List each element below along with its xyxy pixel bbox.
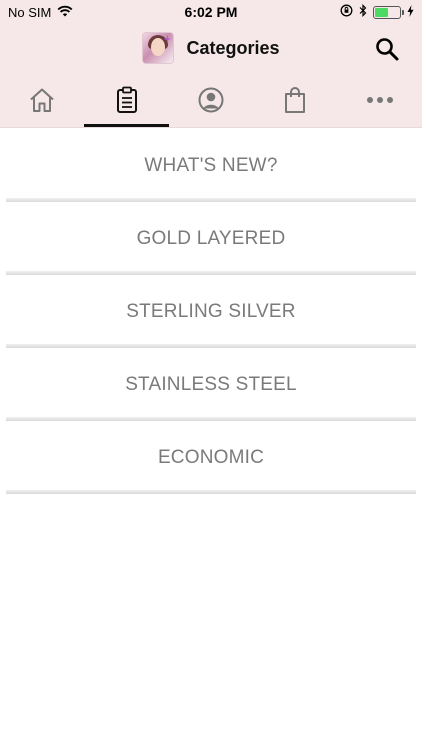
page-title: Categories xyxy=(186,37,280,58)
category-item-gold-layered[interactable]: GOLD LAYERED xyxy=(6,202,416,275)
carrier-label: No SIM xyxy=(8,4,52,20)
brand-logo xyxy=(142,32,175,64)
category-list: WHAT'S NEW? GOLD LAYERED STERLING SILVER… xyxy=(0,129,422,494)
tab-cart[interactable] xyxy=(253,72,337,127)
more-icon xyxy=(366,96,393,103)
category-item-economic[interactable]: ECONOMIC xyxy=(6,421,416,494)
category-item-sterling-silver[interactable]: STERLING SILVER xyxy=(6,275,416,348)
tab-home[interactable] xyxy=(0,72,84,127)
clipboard-list-icon xyxy=(116,86,137,113)
tab-account[interactable] xyxy=(169,72,253,127)
tab-bar xyxy=(0,72,422,128)
categories-content: WHAT'S NEW? GOLD LAYERED STERLING SILVER… xyxy=(0,129,422,750)
category-item-stainless-steel[interactable]: STAINLESS STEEL xyxy=(6,348,416,421)
status-right xyxy=(340,4,414,20)
orientation-lock-icon xyxy=(340,4,353,20)
tab-more[interactable] xyxy=(338,72,422,127)
wifi-icon xyxy=(57,5,73,20)
charging-bolt-icon xyxy=(407,4,414,20)
logo-face xyxy=(151,38,166,56)
category-item-whats-new[interactable]: WHAT'S NEW? xyxy=(6,129,416,202)
battery-icon xyxy=(373,5,404,19)
shopping-bag-icon xyxy=(285,86,306,113)
status-bar: No SIM 6:02 PM xyxy=(0,0,422,24)
app-header: Categories xyxy=(0,24,422,72)
search-button[interactable] xyxy=(374,36,400,62)
tab-categories[interactable] xyxy=(84,72,170,127)
search-icon xyxy=(376,38,399,61)
user-profile-icon xyxy=(198,87,224,112)
battery-level xyxy=(375,7,389,17)
bluetooth-icon xyxy=(359,4,367,20)
status-left: No SIM xyxy=(8,5,73,20)
home-icon xyxy=(30,88,54,112)
